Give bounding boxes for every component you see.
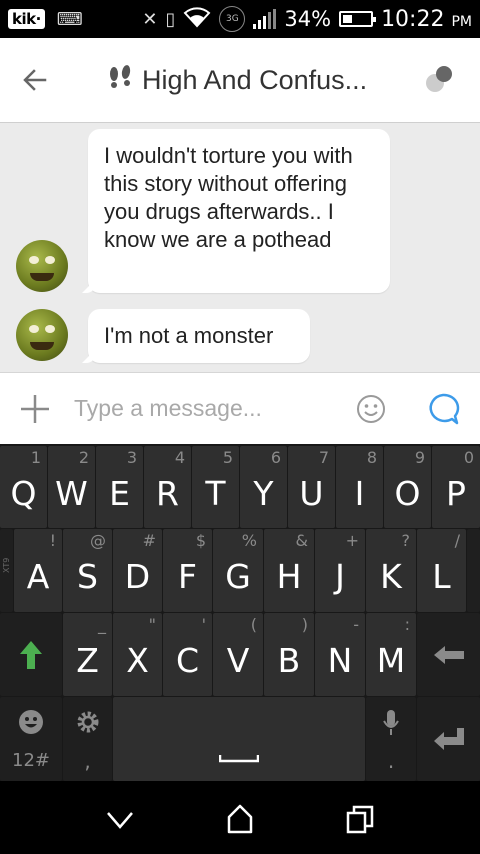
key-v[interactable]: (V — [213, 613, 263, 696]
message-input[interactable] — [74, 388, 344, 429]
enter-key[interactable] — [417, 697, 480, 781]
chat-header: High And Confus... — [0, 38, 480, 123]
key-s[interactable]: @ S — [63, 529, 112, 612]
key-n[interactable]: -N — [315, 613, 365, 696]
key-y[interactable]: 6Y — [240, 446, 287, 528]
key-q[interactable]: 1Q — [0, 446, 47, 528]
keyboard-row-3: _ Z " X ' C (V ) B -N :M — [0, 613, 480, 697]
wifi-icon — [183, 6, 211, 33]
avatar[interactable] — [16, 240, 68, 292]
period-label: . — [387, 749, 395, 773]
shift-arrow-icon — [20, 640, 42, 669]
key-r[interactable]: 4R — [144, 446, 191, 528]
status-bar: kik· ⌨ ✕ ▯ 3G 34% 10:22 PM — [0, 0, 480, 38]
key-k[interactable]: ? K — [366, 529, 416, 612]
key-d[interactable]: # D — [113, 529, 162, 612]
back-button[interactable] — [0, 38, 70, 123]
message-row: I wouldn't torture you with this story w… — [0, 129, 480, 299]
symbols-key[interactable]: 12# — [0, 697, 62, 781]
message-text: I'm not a monster — [104, 323, 274, 348]
symbols-label: 12# — [12, 750, 50, 771]
key-l[interactable]: / L — [417, 529, 466, 612]
shift-key[interactable] — [0, 613, 62, 696]
battery-percent: 34% — [284, 7, 332, 31]
hide-keyboard-chevron-icon[interactable] — [102, 801, 138, 837]
soft-keyboard: 1Q 2W 3E 4R 5T 6Y 7U 8I 9O 0P XT9 ! A @ S … — [0, 444, 480, 781]
vibrate-icon: ▯ — [165, 8, 176, 30]
key-m[interactable]: :M — [366, 613, 416, 696]
emoji-keyboard-icon — [19, 710, 43, 734]
key-h[interactable]: & H — [264, 529, 314, 612]
footprints-icon — [106, 62, 134, 99]
xt9-indicator: XT9 — [0, 529, 13, 612]
back-arrow-icon — [23, 69, 47, 91]
options-dot-icon — [436, 66, 452, 82]
avatar[interactable] — [16, 309, 68, 361]
message-text: I wouldn't torture you with this story w… — [104, 143, 353, 252]
chat-title: High And Confus... — [142, 64, 368, 95]
key-u[interactable]: 7U — [288, 446, 335, 528]
microphone-icon — [383, 710, 399, 735]
key-j[interactable]: + J — [315, 529, 365, 612]
bluetooth-off-icon: ✕ — [142, 8, 158, 30]
options-button[interactable] — [426, 64, 454, 92]
key-i[interactable]: 8I — [336, 446, 383, 528]
key-a[interactable]: ! A — [14, 529, 62, 612]
system-nav-bar — [0, 781, 480, 854]
network-type-badge: 3G — [219, 6, 246, 32]
key-t[interactable]: 5T — [192, 446, 239, 528]
message-input-bar — [0, 372, 480, 444]
key-x[interactable]: " X — [113, 613, 162, 696]
settings-comma-key[interactable]: , — [63, 697, 112, 781]
recent-apps-icon[interactable] — [342, 801, 378, 837]
key-p[interactable]: 0P — [432, 446, 480, 528]
attach-button[interactable] — [0, 373, 70, 445]
signal-strength-icon — [253, 9, 277, 29]
clock: 10:22 PM — [381, 6, 472, 32]
smiley-chat-icon[interactable] — [426, 392, 460, 426]
chat-title-area[interactable]: High And Confus... — [106, 62, 367, 99]
emoji-icon[interactable] — [356, 394, 386, 424]
key-z[interactable]: _ Z — [63, 613, 112, 696]
key-w[interactable]: 2W — [48, 446, 95, 528]
space-bar-icon — [219, 755, 259, 763]
home-icon[interactable] — [222, 801, 258, 837]
space-key[interactable] — [113, 697, 365, 781]
comma-label: , — [84, 749, 91, 773]
voice-period-key[interactable]: . — [366, 697, 416, 781]
key-b[interactable]: ) B — [264, 613, 314, 696]
keyboard-row-4: 12# , . — [0, 697, 480, 781]
kik-notification-icon: kik· — [8, 9, 45, 29]
enter-arrow-icon — [433, 728, 464, 750]
battery-icon — [339, 11, 377, 27]
message-bubble[interactable]: I wouldn't torture you with this story w… — [88, 129, 390, 293]
message-list[interactable]: I wouldn't torture you with this story w… — [0, 123, 480, 372]
gear-icon — [77, 711, 99, 733]
message-bubble[interactable]: I'm not a monster — [88, 309, 310, 363]
message-row: I'm not a monster — [0, 307, 480, 367]
keyboard-row-1: 1Q 2W 3E 4R 5T 6Y 7U 8I 9O 0P — [0, 444, 480, 528]
key-g[interactable]: % G — [213, 529, 263, 612]
key-o[interactable]: 9O — [384, 446, 431, 528]
row-edge — [467, 529, 480, 612]
key-f[interactable]: $ F — [163, 529, 212, 612]
key-c[interactable]: ' C — [163, 613, 212, 696]
plus-icon — [21, 394, 49, 423]
backspace-arrow-icon — [433, 645, 464, 664]
keyboard-row-2: XT9 ! A @ S # D $ F % G & H + J ? K / L — [0, 529, 480, 613]
backspace-key[interactable] — [417, 613, 480, 696]
keyboard-notification-icon: ⌨ — [56, 8, 83, 30]
key-e[interactable]: 3E — [96, 446, 143, 528]
